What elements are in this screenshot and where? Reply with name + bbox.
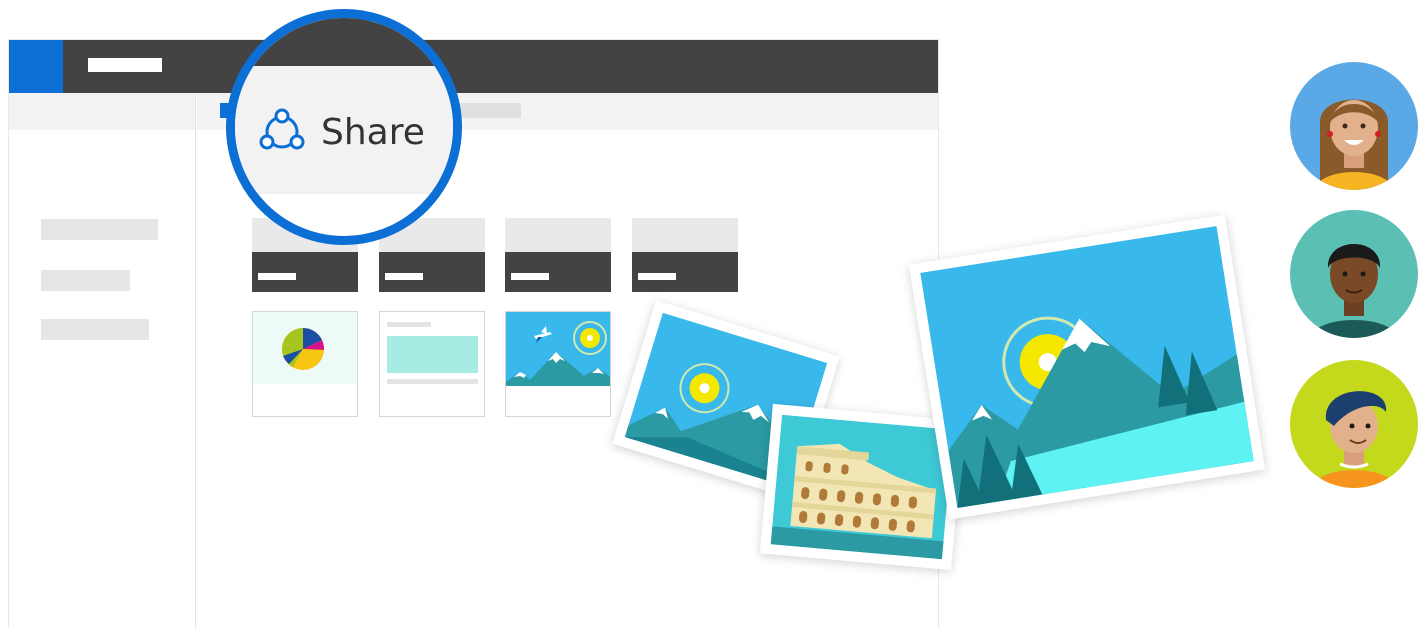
photo-colosseum: [759, 403, 965, 571]
mountain-lake-photo-image: [920, 225, 1254, 509]
landscape-image-icon: [506, 312, 610, 386]
app-title-placeholder: [88, 58, 162, 72]
photo-mountain-large: [908, 214, 1266, 520]
sidebar-item-2[interactable]: [41, 270, 130, 291]
file-tile-image[interactable]: [505, 311, 611, 417]
folder-label-placeholder: [511, 273, 549, 280]
pie-chart-icon: [253, 312, 357, 384]
avatar-man[interactable]: [1290, 210, 1418, 338]
document-icon: [387, 322, 478, 384]
folder-front-shape: [505, 252, 611, 292]
command-item[interactable]: [457, 103, 521, 118]
woman-avatar-icon: [1314, 99, 1394, 190]
share-button-label: Share: [321, 111, 425, 153]
folder-front-shape: [252, 252, 358, 292]
folder-tile[interactable]: [632, 218, 738, 292]
avatar-woman[interactable]: [1290, 62, 1418, 190]
share-button[interactable]: Share: [257, 104, 425, 160]
colosseum-photo-image: [770, 414, 954, 560]
top-bar: [9, 40, 938, 93]
folder-label-placeholder: [258, 273, 296, 280]
app-launcher-button[interactable]: [9, 40, 63, 93]
folder-front-shape: [632, 252, 738, 292]
file-tile-document[interactable]: [379, 311, 485, 417]
sidebar: [9, 93, 196, 628]
folder-label-placeholder: [385, 273, 423, 280]
folder-tile[interactable]: [505, 218, 611, 292]
boy-avatar-icon: [1312, 391, 1396, 488]
share-icon: [259, 108, 305, 150]
folder-front-shape: [379, 252, 485, 292]
avatar-boy[interactable]: [1290, 360, 1418, 488]
magnified-top-bar: [235, 18, 453, 66]
sidebar-item-1[interactable]: [41, 219, 158, 240]
sidebar-item-3[interactable]: [41, 319, 149, 340]
file-tile-chart[interactable]: [252, 311, 358, 417]
share-magnifier: Share: [226, 9, 462, 245]
man-avatar-icon: [1310, 244, 1398, 338]
sidebar-header: [9, 93, 195, 130]
folder-label-placeholder: [638, 273, 676, 280]
